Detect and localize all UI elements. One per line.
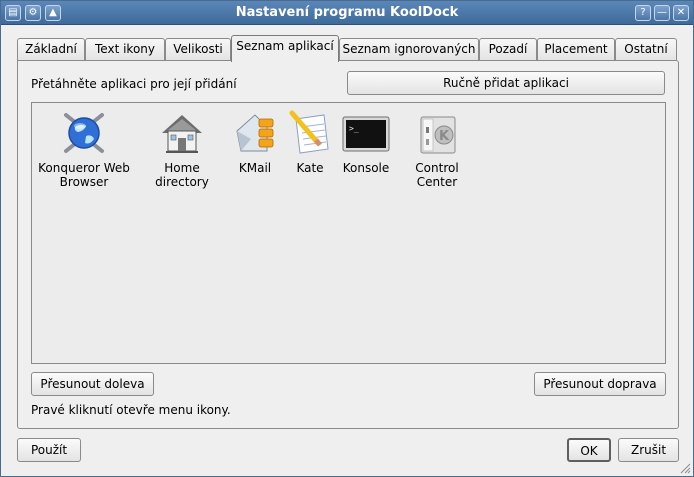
context-menu-hint: Pravé kliknutí otevře menu ikony. <box>31 403 231 417</box>
app-item-kmail[interactable]: KMail <box>228 109 282 175</box>
app-label: KMail <box>238 161 272 175</box>
title-bar[interactable]: ▤ ⚙ ▲ Nastavení programu KoolDock ? — ✕ <box>1 1 693 25</box>
tab-icon-text[interactable]: Text ikony <box>85 38 165 60</box>
tab-other[interactable]: Ostatní <box>615 38 677 60</box>
close-icon[interactable]: ✕ <box>673 5 689 21</box>
tab-ignored-list[interactable]: Seznam ignorovaných <box>339 38 479 60</box>
app-item-kate[interactable]: Kate <box>284 109 336 175</box>
move-left-button[interactable]: Přesunout doleva <box>31 372 154 396</box>
kate-notepad-icon <box>289 110 329 154</box>
app-icon-view[interactable]: Konqueror Web Browser Home directory KMa… <box>31 102 666 364</box>
minimize-icon[interactable]: — <box>654 5 670 21</box>
app-label: Konqueror Web Browser <box>38 161 130 189</box>
home-house-icon <box>162 115 202 153</box>
add-app-manually-button[interactable]: Ručně přidat aplikaci <box>347 71 665 95</box>
app-label: Konsole <box>342 161 390 175</box>
kmail-envelope-icon <box>236 114 274 152</box>
apply-button[interactable]: Použít <box>17 438 81 462</box>
resize-grip-icon[interactable] <box>679 462 691 474</box>
app-label: Home directory <box>155 161 209 189</box>
tab-sizes[interactable]: Velikosti <box>165 38 231 60</box>
window-title: Nastavení programu KoolDock <box>235 5 459 20</box>
app-item-control-center[interactable]: K Control Center <box>396 109 478 189</box>
app-item-home-directory[interactable]: Home directory <box>136 109 228 189</box>
tab-app-list[interactable]: Seznam aplikací <box>231 35 339 62</box>
control-center-icon: K <box>420 116 456 154</box>
konsole-terminal-icon: >_ <box>342 116 390 152</box>
help-icon[interactable]: ? <box>635 5 651 21</box>
app-item-konsole[interactable]: >_ Konsole <box>338 109 394 175</box>
app-label: Control Center <box>415 161 459 189</box>
ok-button[interactable]: OK <box>567 438 611 462</box>
konqueror-globe-icon <box>64 113 104 153</box>
app-item-konqueror[interactable]: Konqueror Web Browser <box>36 109 132 189</box>
drag-hint-label: Přetáhněte aplikaci pro její přidání <box>31 77 237 91</box>
move-right-button[interactable]: Přesunout doprava <box>534 372 666 396</box>
svg-text:>_: >_ <box>349 124 359 133</box>
settings-window: ▤ ⚙ ▲ Nastavení programu KoolDock ? — ✕ … <box>0 0 694 477</box>
app-label: Kate <box>296 161 324 175</box>
cancel-button[interactable]: Zrušit <box>618 438 679 462</box>
tab-placement[interactable]: Placement <box>537 38 615 60</box>
svg-text:K: K <box>439 129 450 144</box>
tab-background[interactable]: Pozadí <box>479 38 537 60</box>
tab-basic[interactable]: Základní <box>17 38 85 60</box>
